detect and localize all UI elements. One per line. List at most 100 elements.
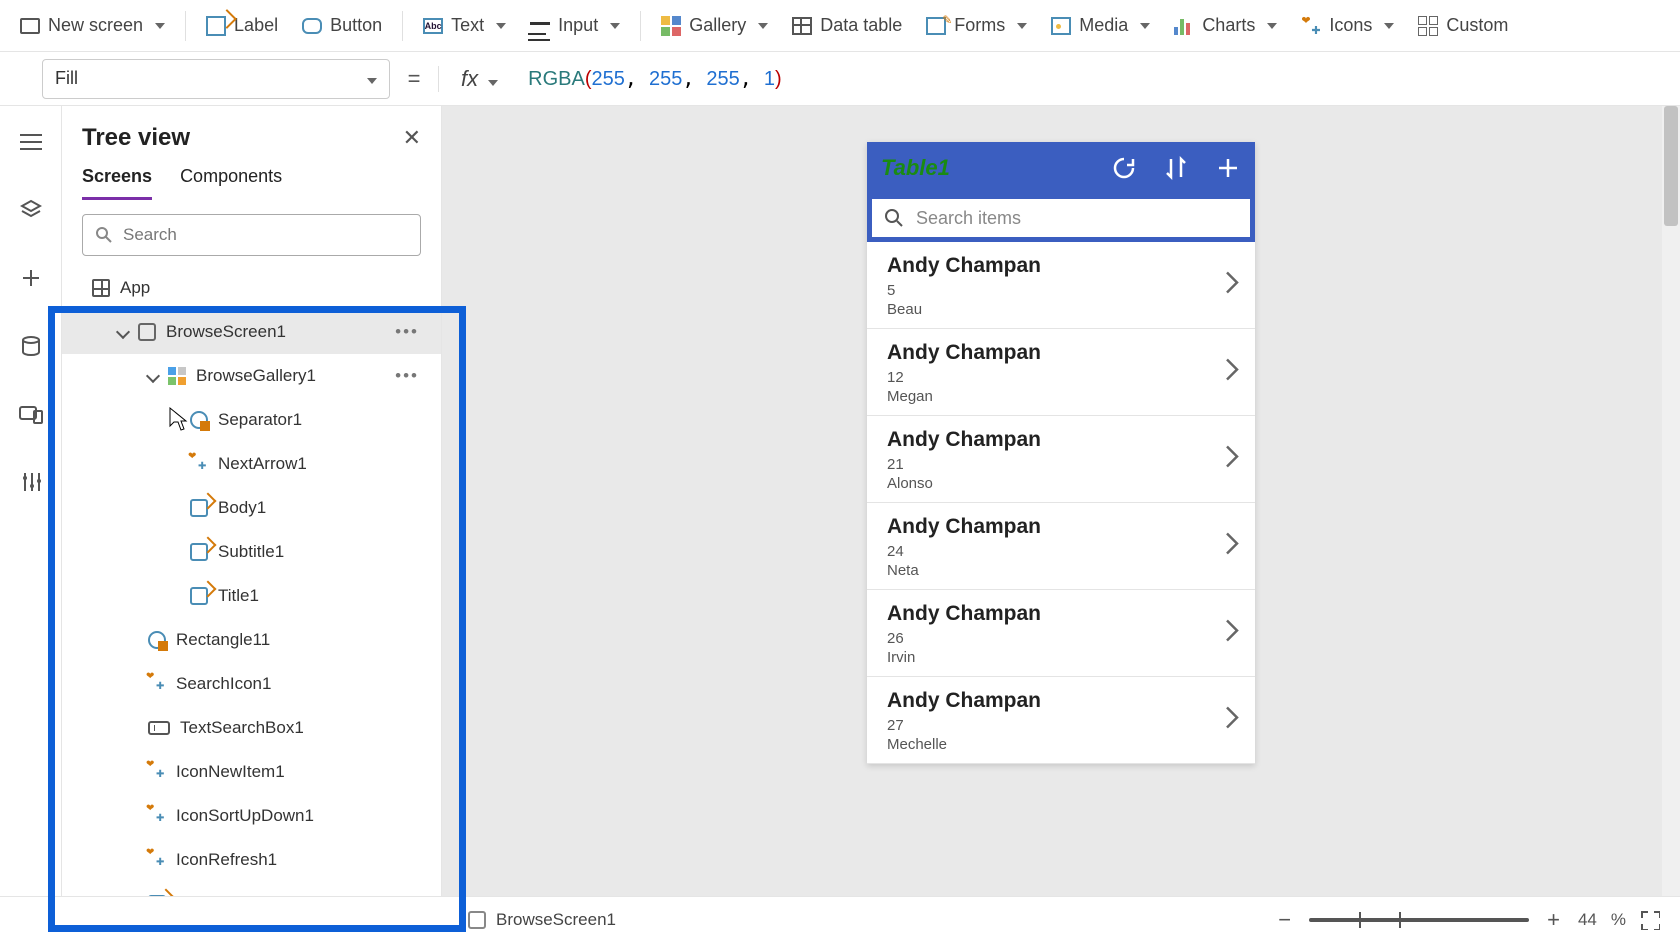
tree-item[interactable]: SearchIcon1 bbox=[62, 662, 441, 706]
scroll-thumb[interactable] bbox=[1664, 106, 1678, 226]
tree-item-gallery[interactable]: BrowseGallery1 ••• bbox=[62, 354, 441, 398]
label-button[interactable]: Label bbox=[196, 9, 288, 42]
tree-item-screen[interactable]: BrowseScreen1 ••• bbox=[62, 310, 441, 354]
components-tab[interactable]: Components bbox=[180, 166, 282, 200]
tree-search-input[interactable]: Search bbox=[82, 214, 421, 256]
tree-view-title: Tree view bbox=[82, 124, 190, 152]
screens-tab[interactable]: Screens bbox=[82, 166, 152, 200]
tree-item[interactable]: IconNewItem1 bbox=[62, 750, 441, 794]
item-title: Andy Champan bbox=[887, 428, 1239, 452]
equals-sign: = bbox=[390, 66, 438, 92]
ribbon-label: Icons bbox=[1329, 15, 1372, 36]
tree-item[interactable]: Separator1 bbox=[62, 398, 441, 442]
treeview-nav-button[interactable] bbox=[11, 190, 51, 230]
more-button[interactable]: ••• bbox=[395, 322, 425, 342]
item-title: Andy Champan bbox=[887, 254, 1239, 278]
search-placeholder: Search bbox=[123, 225, 177, 245]
zoom-tick bbox=[1359, 912, 1361, 928]
custom-button[interactable]: Custom bbox=[1408, 9, 1518, 42]
tree-item[interactable]: NextArrow1 bbox=[62, 442, 441, 486]
more-button[interactable]: ••• bbox=[395, 366, 425, 386]
phone-preview[interactable]: Table1 Search items Andy Champan 5 Beau bbox=[867, 142, 1255, 764]
item-subtitle: 5 bbox=[887, 282, 1239, 299]
chevron-right-icon[interactable] bbox=[1225, 706, 1239, 735]
item-subtitle: 26 bbox=[887, 630, 1239, 647]
chevron-right-icon[interactable] bbox=[1225, 619, 1239, 648]
datatable-button[interactable]: Data table bbox=[782, 9, 912, 42]
media-nav-button[interactable] bbox=[11, 394, 51, 434]
tree-item[interactable]: Subtitle1 bbox=[62, 530, 441, 574]
main-area: Tree view ✕ Screens Components Search Ap… bbox=[0, 106, 1680, 896]
icons-button[interactable]: Icons bbox=[1291, 9, 1404, 42]
add-button[interactable] bbox=[1215, 155, 1241, 181]
chevron-down-icon[interactable] bbox=[116, 325, 130, 339]
zoom-out-button[interactable]: − bbox=[1274, 907, 1295, 933]
tree-item[interactable]: IconRefresh1 bbox=[62, 838, 441, 882]
list-item[interactable]: Andy Champan 26 Irvin bbox=[867, 590, 1255, 677]
tree-item[interactable]: Body1 bbox=[62, 486, 441, 530]
close-panel-button[interactable]: ✕ bbox=[403, 125, 421, 151]
chevron-down-icon bbox=[363, 68, 377, 89]
tools-nav-button[interactable] bbox=[11, 462, 51, 502]
tree-item[interactable]: Title1 bbox=[62, 574, 441, 618]
vertical-scrollbar[interactable] bbox=[1662, 106, 1680, 896]
refresh-icon bbox=[1111, 155, 1137, 181]
tree-item[interactable]: Rectangle11 bbox=[62, 618, 441, 662]
formula-input[interactable]: RGBA(255, 255, 255, 1) bbox=[508, 66, 782, 91]
list-item[interactable]: Andy Champan 21 Alonso bbox=[867, 416, 1255, 503]
item-body: Neta bbox=[887, 562, 1239, 579]
media-button[interactable]: Media bbox=[1041, 9, 1160, 42]
canvas-area[interactable]: Table1 Search items Andy Champan 5 Beau bbox=[442, 106, 1680, 896]
tree-item[interactable]: IconSortUpDown1 bbox=[62, 794, 441, 838]
icons-icon bbox=[148, 807, 166, 825]
chevron-right-icon[interactable] bbox=[1225, 358, 1239, 387]
zoom-in-button[interactable]: + bbox=[1543, 907, 1564, 933]
gallery-icon bbox=[168, 367, 186, 385]
tree-body[interactable]: App BrowseScreen1 ••• BrowseGallery1 •••… bbox=[62, 266, 441, 896]
gallery-icon bbox=[661, 16, 681, 36]
hamburger-button[interactable] bbox=[11, 122, 51, 162]
fullscreen-button[interactable] bbox=[1640, 910, 1660, 930]
item-body: Irvin bbox=[887, 649, 1239, 666]
chevron-right-icon[interactable] bbox=[1225, 532, 1239, 561]
search-icon bbox=[95, 226, 113, 244]
text-button[interactable]: Abc Text bbox=[413, 9, 516, 42]
search-icon bbox=[884, 208, 904, 228]
fx-button[interactable]: fx bbox=[438, 66, 508, 92]
forms-button[interactable]: Forms bbox=[916, 9, 1037, 42]
search-input[interactable]: Search items bbox=[870, 197, 1252, 239]
ribbon-label: New screen bbox=[48, 15, 143, 36]
label-icon bbox=[190, 587, 208, 605]
charts-button[interactable]: Charts bbox=[1164, 9, 1287, 42]
chevron-right-icon[interactable] bbox=[1225, 271, 1239, 300]
ribbon-label: Charts bbox=[1202, 15, 1255, 36]
icons-icon bbox=[1301, 16, 1321, 36]
zoom-slider[interactable] bbox=[1309, 918, 1529, 922]
chevron-right-icon[interactable] bbox=[1225, 445, 1239, 474]
list-item[interactable]: Andy Champan 5 Beau bbox=[867, 242, 1255, 329]
status-selection: BrowseScreen1 bbox=[496, 910, 616, 930]
ribbon-label: Forms bbox=[954, 15, 1005, 36]
formula-bar: Fill = fx RGBA(255, 255, 255, 1) bbox=[0, 52, 1680, 106]
sort-button[interactable] bbox=[1163, 155, 1189, 181]
gallery-list: Andy Champan 5 Beau Andy Champan 12 Mega… bbox=[867, 242, 1255, 764]
refresh-button[interactable] bbox=[1111, 155, 1137, 181]
chevron-down-icon[interactable] bbox=[146, 369, 160, 383]
gallery-button[interactable]: Gallery bbox=[651, 9, 778, 42]
list-item[interactable]: Andy Champan 12 Megan bbox=[867, 329, 1255, 416]
icons-icon bbox=[148, 851, 166, 869]
input-button[interactable]: Input bbox=[520, 9, 630, 42]
button-button[interactable]: Button bbox=[292, 9, 392, 42]
property-dropdown[interactable]: Fill bbox=[42, 59, 390, 99]
item-body: Megan bbox=[887, 388, 1239, 405]
tree-item[interactable]: TextSearchBox1 bbox=[62, 706, 441, 750]
icons-icon bbox=[190, 455, 208, 473]
list-item[interactable]: Andy Champan 24 Neta bbox=[867, 503, 1255, 590]
data-nav-button[interactable] bbox=[11, 326, 51, 366]
insert-nav-button[interactable] bbox=[11, 258, 51, 298]
new-screen-button[interactable]: New screen bbox=[10, 9, 175, 42]
tree-item[interactable]: LblAppName1 bbox=[62, 882, 441, 896]
list-item[interactable]: Andy Champan 27 Mechelle bbox=[867, 677, 1255, 764]
tree-item-app[interactable]: App bbox=[62, 266, 441, 310]
ribbon-separator bbox=[185, 11, 186, 41]
